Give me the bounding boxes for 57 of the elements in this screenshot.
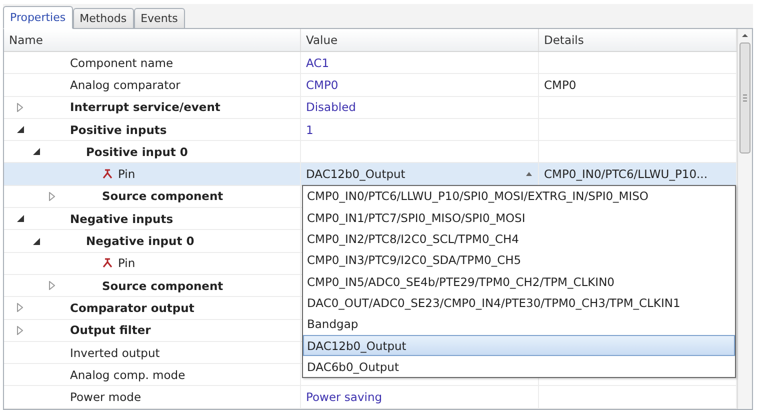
property-details: CMP0_IN0/PTC6/LLWU_P10...	[544, 167, 708, 182]
property-name: Negative inputs	[70, 212, 174, 226]
collapsed-triangle-icon[interactable]	[17, 326, 23, 335]
property-row[interactable]: Positive input 0	[4, 141, 737, 164]
property-name: Analog comparator	[70, 78, 180, 92]
collapsed-triangle-icon[interactable]	[17, 102, 23, 112]
pin-icon	[102, 169, 113, 180]
property-name: Source component	[102, 278, 224, 293]
property-row[interactable]: Analog comparator CMP0 CMP0	[4, 74, 737, 97]
dropdown-option[interactable]: DAC0_OUT/ADC0_SE23/CMP0_IN4/PTE30/TPM0_CH3/TPM_CLKIN1	[303, 292, 735, 314]
dropdown-option[interactable]: CMP0_IN5/ADC0_SE4b/PTE29/TPM0_CH2/TPM_CLKIN0	[303, 270, 735, 292]
collapsed-triangle-icon[interactable]	[49, 281, 55, 290]
expanded-triangle-icon[interactable]	[16, 215, 24, 222]
caret-up-icon[interactable]	[526, 172, 532, 176]
dropdown-option[interactable]: CMP0_IN1/PTC7/SPI0_MISO/SPI0_MOSI	[303, 207, 735, 228]
property-value: CMP0	[306, 78, 338, 92]
tab[interactable]: Methods	[72, 8, 134, 29]
tab[interactable]: Events	[134, 8, 185, 29]
property-name: Component name	[70, 56, 174, 70]
expanded-triangle-icon[interactable]	[32, 238, 40, 245]
expanded-triangle-icon[interactable]	[32, 148, 40, 156]
property-details: CMP0	[544, 78, 576, 92]
property-name: Analog comp. mode	[70, 368, 186, 382]
pin-icon	[102, 258, 113, 268]
property-name: Interrupt service/event	[70, 100, 220, 114]
property-row[interactable]: Power mode Power saving	[4, 386, 737, 409]
property-value: AC1	[306, 56, 330, 70]
property-name: Output filter	[70, 323, 151, 338]
collapsed-triangle-icon[interactable]	[17, 303, 23, 312]
dropdown-option[interactable]: CMP0_IN0/PTC6/LLWU_P10/SPI0_MOSI/EXTRG_IN/SPI0_MISO	[303, 186, 735, 208]
property-value: Disabled	[306, 100, 356, 114]
scrollbar-track[interactable]	[737, 29, 752, 409]
property-row[interactable]: Positive inputs 1	[4, 118, 737, 142]
property-name: Pin	[118, 256, 136, 270]
dropdown-option[interactable]: DAC12b0_Output	[303, 334, 735, 356]
property-value: 1	[306, 122, 314, 137]
property-name: Negative input 0	[86, 234, 194, 248]
tab[interactable]: Properties	[3, 6, 73, 29]
property-name: Power mode	[70, 390, 142, 404]
expanded-triangle-icon[interactable]	[16, 126, 24, 134]
property-name: Pin	[118, 167, 136, 182]
dropdown-option[interactable]: Bandgap	[303, 314, 735, 335]
property-value: Power saving	[306, 390, 382, 404]
collapsed-triangle-icon[interactable]	[49, 192, 55, 201]
dropdown-option[interactable]: CMP0_IN2/PTC8/I2C0_SCL/TPM0_CH4	[303, 228, 735, 250]
dropdown-option[interactable]: DAC6b0_Output	[303, 356, 735, 378]
property-row[interactable]: Interrupt service/event Disabled	[4, 96, 737, 119]
property-name: Positive input 0	[86, 144, 188, 159]
property-name: Source component	[102, 189, 224, 204]
property-name: Positive inputs	[70, 122, 167, 137]
property-name: Inverted output	[70, 346, 160, 360]
value-combo-box[interactable]: DAC12b0_Output	[306, 167, 538, 182]
property-name: Comparator output	[70, 300, 194, 315]
column-header: Name	[4, 29, 301, 51]
property-row[interactable]: Component name AC1	[4, 52, 737, 74]
column-header: Value	[301, 29, 539, 51]
dropdown-option[interactable]: CMP0_IN3/PTC9/I2C0_SDA/TPM0_CH5	[303, 250, 735, 271]
